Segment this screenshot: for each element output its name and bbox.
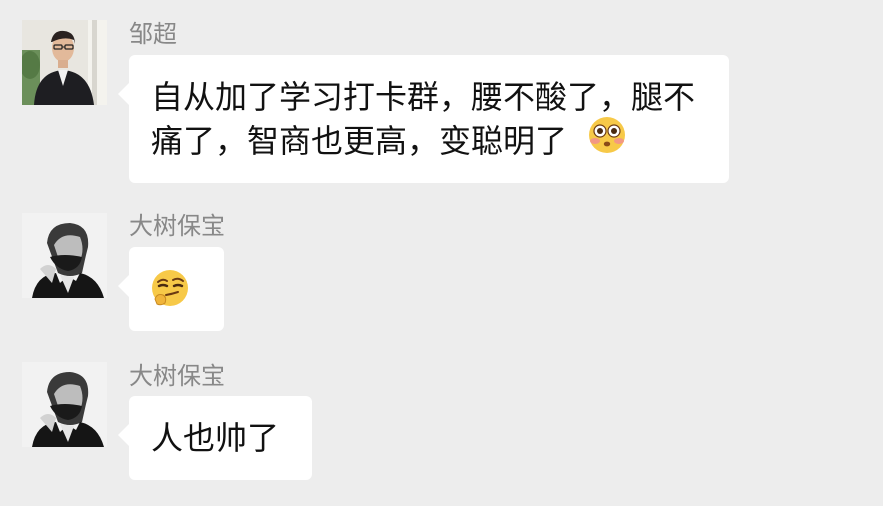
avatar-photo <box>22 213 107 298</box>
message-text: 自从加了学习打卡群，腰不酸了，腿不痛了，智商也更高，变聪明了 <box>151 75 709 166</box>
message-bubble[interactable]: 自从加了学习打卡群，腰不酸了，腿不痛了，智商也更高，变聪明了 <box>118 55 729 183</box>
message-bubble[interactable] <box>118 247 224 331</box>
message-text: 人也帅了 <box>151 419 280 457</box>
avatar-photo <box>22 362 107 447</box>
sender-name: 大树保宝 <box>129 362 225 390</box>
avatar[interactable] <box>22 213 107 298</box>
sender-name: 邹超 <box>129 20 177 48</box>
avatar[interactable] <box>22 20 107 105</box>
flushed-face-emoji-icon <box>587 115 627 166</box>
message-bubble[interactable]: 人也帅了 <box>118 396 312 480</box>
avatar-photo <box>22 20 107 105</box>
thinking-smirk-emoji-icon <box>149 267 191 320</box>
sender-name: 大树保宝 <box>129 212 225 240</box>
avatar[interactable] <box>22 362 107 447</box>
